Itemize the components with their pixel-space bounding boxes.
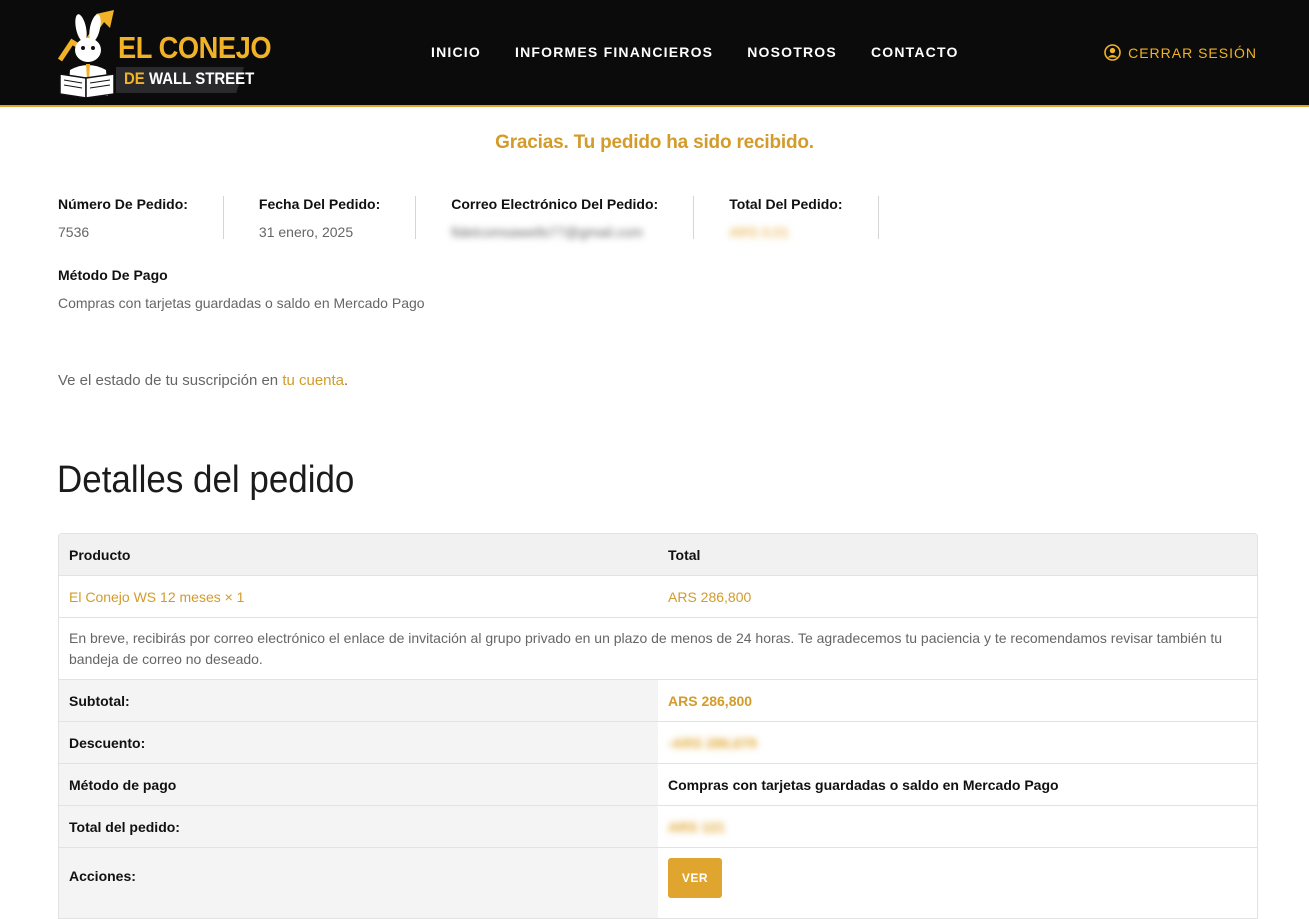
order-overview: Número De Pedido: 7536 Fecha Del Pedido:…: [58, 196, 879, 240]
payment-method: Método De Pago Compras con tarjetas guar…: [58, 267, 425, 311]
order-date-value: 31 enero, 2025: [258, 224, 354, 240]
status-text-end: .: [344, 372, 349, 389]
nav-nosotros[interactable]: NOSOTROS: [747, 44, 837, 60]
brand-logo[interactable]: EL CONEJO DE WALL STREET: [56, 8, 272, 98]
product-note-row: En breve, recibirás por correo electróni…: [59, 618, 1257, 680]
payment-method-label: Método De Pago: [58, 267, 168, 283]
order-details-title: Detalles del pedido: [57, 459, 355, 501]
order-received-message: Gracias. Tu pedido ha sido recibido.: [495, 132, 814, 153]
payment-method-row-value: Compras con tarjetas guardadas o saldo e…: [668, 776, 1059, 793]
order-total-row-value: ARS 121: [668, 818, 725, 835]
actions-row: Acciones: VER: [59, 848, 1257, 918]
logout-button[interactable]: CERRAR SESIÓN: [1104, 44, 1257, 61]
nav-inicio[interactable]: INICIO: [431, 44, 481, 60]
table-row: El Conejo WS 12 meses × 1 ARS 286,800: [59, 576, 1257, 618]
order-email: Correo Electrónico Del Pedido: fidelcoms…: [451, 196, 695, 240]
payment-method-row: Método de pago Compras con tarjetas guar…: [59, 764, 1257, 806]
actions-cell: VER: [658, 848, 1257, 918]
order-details-table: Producto Total El Conejo WS 12 meses × 1…: [58, 533, 1258, 919]
payment-method-row-label: Método de pago: [59, 764, 658, 805]
actions-label: Acciones:: [59, 848, 658, 918]
nav-informes-financieros[interactable]: INFORMES FINANCIEROS: [515, 44, 713, 60]
product-name-link[interactable]: El Conejo WS 12 meses × 1: [59, 576, 658, 617]
product-note: En breve, recibirás por correo electróni…: [69, 629, 1223, 667]
discount-row: Descuento: -ARS 286,679: [59, 722, 1257, 764]
subtotal-label: Subtotal:: [59, 680, 658, 721]
site-header: EL CONEJO DE WALL STREET INICIO INFORMES…: [0, 0, 1309, 107]
order-date-label: Fecha Del Pedido:: [258, 196, 381, 212]
order-total-row-label: Total del pedido:: [59, 806, 658, 847]
brand-prefix: DE: [124, 69, 145, 88]
brand-main: WALL STREET: [148, 69, 255, 88]
account-link[interactable]: tu cuenta: [282, 372, 344, 389]
user-circle-icon: [1104, 44, 1121, 61]
brand-name-line1: EL CONEJO: [118, 30, 272, 65]
subscription-status-line: Ve el estado de tu suscripción en tu cue…: [58, 372, 348, 389]
order-number-value: 7536: [58, 224, 90, 240]
view-order-button[interactable]: VER: [668, 858, 722, 898]
payment-method-value: Compras con tarjetas guardadas o saldo e…: [58, 295, 425, 311]
order-number: Número De Pedido: 7536: [58, 196, 224, 240]
order-total-label: Total Del Pedido:: [729, 196, 843, 212]
product-total: ARS 286,800: [668, 588, 752, 605]
order-email-value: fidelcomsawells77@gmail.com: [451, 224, 643, 240]
brand-name-line2: DE WALL STREET: [124, 69, 254, 89]
discount-label: Descuento:: [59, 722, 658, 763]
order-total: Total Del Pedido: ARS 0,01: [729, 196, 879, 240]
logout-label: CERRAR SESIÓN: [1128, 44, 1257, 61]
order-total-row: Total del pedido: ARS 121: [59, 806, 1257, 848]
main-nav: INICIO INFORMES FINANCIEROS NOSOTROS CON…: [431, 44, 993, 60]
discount-value: -ARS 286,679: [668, 734, 757, 751]
subtotal-row: Subtotal: ARS 286,800: [59, 680, 1257, 722]
col-total-header: Total: [668, 546, 701, 563]
order-email-label: Correo Electrónico Del Pedido:: [451, 196, 659, 212]
status-text: Ve el estado de tu suscripción en: [58, 372, 283, 389]
table-header-row: Producto Total: [59, 534, 1257, 576]
order-date: Fecha Del Pedido: 31 enero, 2025: [258, 196, 417, 240]
rabbit-reading-newspaper-icon: [57, 10, 115, 98]
nav-contacto[interactable]: CONTACTO: [871, 44, 959, 60]
order-number-label: Número De Pedido:: [58, 196, 188, 212]
col-product-header: Producto: [69, 546, 131, 563]
subtotal-value: ARS 286,800: [668, 692, 753, 709]
order-total-value: ARS 0,01: [729, 224, 790, 240]
